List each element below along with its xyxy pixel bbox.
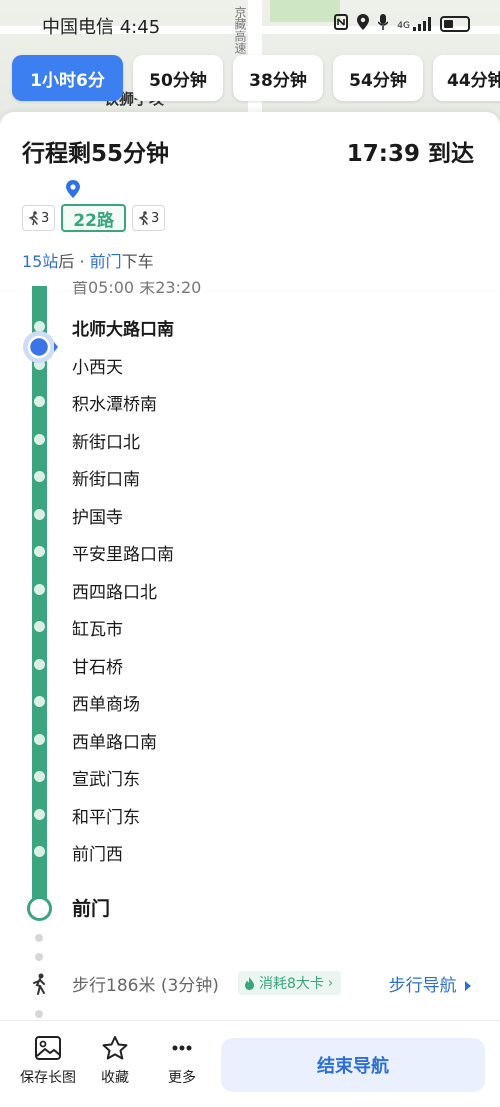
- route-tab-3[interactable]: 38分钟: [233, 55, 323, 101]
- flame-icon: [245, 976, 254, 990]
- walk-path-dot: [35, 1010, 43, 1018]
- stop-name[interactable]: 西单路口南: [72, 728, 157, 753]
- walk-path-dot: [35, 953, 43, 961]
- stop-name[interactable]: 西四路口北: [72, 578, 157, 603]
- stop-name[interactable]: 平安里路口南: [72, 540, 174, 565]
- walk-path-dot: [35, 934, 43, 942]
- stop-dot: [34, 433, 45, 445]
- chevron-right-icon: ›: [327, 975, 334, 991]
- walk-navigation-label: 步行导航: [388, 976, 457, 996]
- pedestrian-icon: [33, 973, 45, 995]
- arrival-time: 17:39 到达: [346, 141, 474, 167]
- calorie-text: 消耗8大卡: [259, 976, 324, 992]
- route-tab-5[interactable]: 44分钟: [433, 55, 500, 101]
- walk-navigation-link[interactable]: 步行导航: [389, 971, 472, 996]
- stop-name[interactable]: 小西天: [72, 353, 123, 378]
- end-navigation-button[interactable]: 结束导航: [221, 1038, 485, 1092]
- stop-name[interactable]: 甘石桥: [72, 653, 123, 678]
- star-icon: [102, 1036, 128, 1060]
- stop-dot: [34, 696, 45, 707]
- stop-name[interactable]: 和平门东: [72, 803, 140, 828]
- walk-segment-chip: 3: [22, 205, 56, 231]
- stop-name[interactable]: 积水潭桥南: [72, 390, 157, 415]
- microphone-icon: [377, 14, 389, 34]
- stop-dot: [34, 846, 45, 857]
- signal-icon: 4G: [397, 17, 431, 31]
- more-dots-icon: [172, 1045, 192, 1051]
- stop-dot: [34, 658, 45, 670]
- more-button[interactable]: 更多: [149, 1035, 215, 1087]
- location-icon: [357, 14, 370, 34]
- route-tab-4[interactable]: 54分钟: [333, 55, 423, 101]
- caret-right-icon: [465, 981, 471, 991]
- alight-suffix: 下车: [121, 252, 154, 271]
- walk-distance-text: 步行186米 (3分钟): [72, 976, 219, 996]
- walk-segment-chip: 3: [131, 205, 166, 231]
- status-icons: 4G: [334, 14, 470, 34]
- stop-dot: [34, 733, 45, 745]
- stop-name[interactable]: 宣武门东: [72, 765, 140, 790]
- carrier-time: 中国电信 4:45: [42, 17, 161, 38]
- favorite-label: 收藏: [101, 1070, 129, 1086]
- final-stop-name[interactable]: 前门: [72, 894, 110, 921]
- stop-name[interactable]: 西单商场: [72, 690, 140, 715]
- bus-line-chip: 22路: [61, 204, 126, 232]
- destination-stop-marker: [27, 896, 52, 921]
- route-tab-1[interactable]: 1小时6分: [12, 55, 123, 101]
- route-segments: 3 22路 3: [22, 204, 166, 232]
- stop-dot: [34, 808, 45, 820]
- location-pin-icon: [66, 180, 80, 198]
- stop-dot: [34, 771, 45, 782]
- route-tab-2[interactable]: 50分钟: [133, 55, 223, 101]
- stop-dot: [34, 621, 45, 632]
- favorite-button[interactable]: 收藏: [82, 1035, 148, 1087]
- stop-name[interactable]: 前门西: [72, 840, 123, 865]
- alight-stop[interactable]: 前门: [90, 252, 122, 271]
- image-icon: [35, 1036, 61, 1060]
- walk-icon: [139, 211, 148, 225]
- battery-icon: [440, 16, 470, 32]
- stop-name[interactable]: 北师大路口南: [72, 315, 174, 340]
- route-options: 1小时6分 50分钟 38分钟 54分钟 44分钟: [12, 55, 500, 101]
- bottom-action-bar: 保存长图 收藏 更多 结束导航: [0, 1020, 500, 1107]
- stop-name[interactable]: 新街口南: [72, 465, 140, 490]
- stop-dot: [34, 546, 45, 557]
- network-type: 4G: [397, 21, 410, 31]
- stop-name[interactable]: 新街口北: [72, 428, 140, 453]
- stop-dot: [34, 508, 45, 520]
- more-label: 更多: [168, 1070, 196, 1086]
- stops-count: 15站: [22, 252, 59, 271]
- stops-after-text: 后 ·: [58, 252, 90, 271]
- stop-name[interactable]: 缸瓦市: [72, 615, 123, 640]
- save-image-label: 保存长图: [20, 1070, 76, 1086]
- stop-dot: [34, 471, 45, 482]
- save-image-button[interactable]: 保存长图: [15, 1035, 81, 1087]
- calorie-badge[interactable]: 消耗8大卡 ›: [238, 971, 342, 995]
- current-position-marker: [23, 331, 58, 363]
- stop-name[interactable]: 护国寺: [72, 503, 123, 528]
- service-hours: 首05:00 末23:20: [72, 281, 202, 295]
- walk-segment-row: 步行186米 (3分钟) 消耗8大卡 › 步行导航: [0, 965, 500, 1001]
- trip-remaining-time: 行程剩55分钟: [22, 141, 170, 167]
- walk-icon: [29, 211, 38, 225]
- walk-minutes-before: 3: [41, 210, 50, 226]
- walk-minutes-after: 3: [150, 210, 160, 226]
- stops-info: 15站后 · 前门下车: [22, 248, 154, 272]
- trip-summary-card: 行程剩55分钟 17:39 到达 3 22路 3 15站后 · 前门下车: [0, 112, 500, 290]
- stop-dot: [34, 396, 45, 407]
- nfc-icon: [334, 14, 349, 34]
- stop-dot: [34, 583, 45, 595]
- status-bar: 中国电信 4:45 4G: [0, 0, 500, 48]
